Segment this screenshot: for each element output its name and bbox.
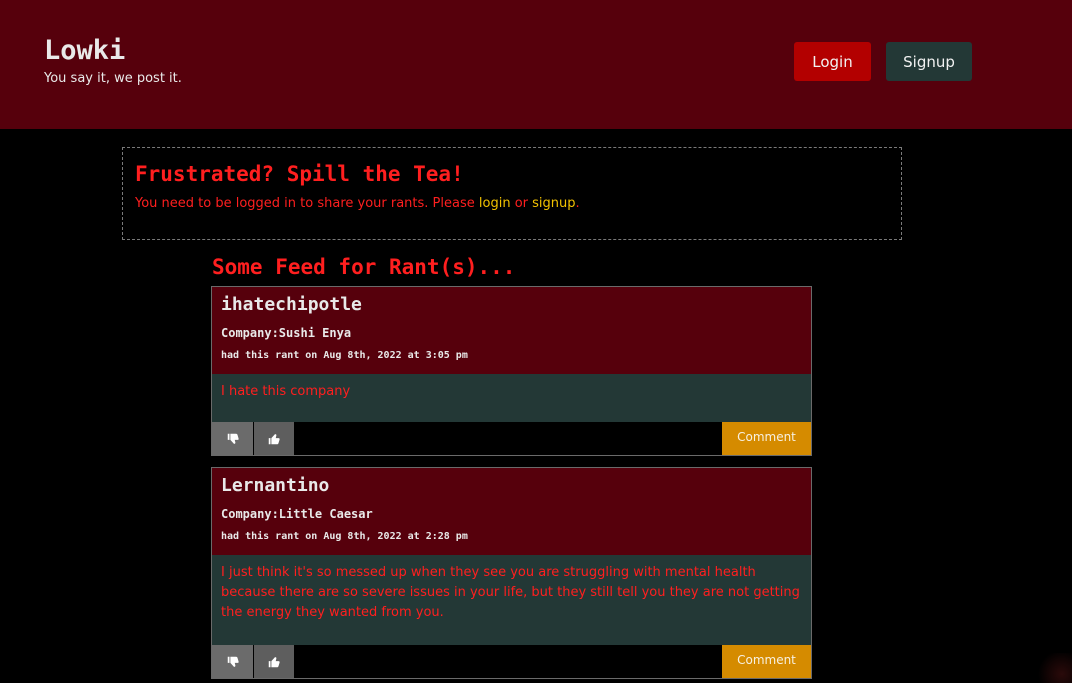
login-required-text: You need to be logged in to share your r… bbox=[135, 196, 479, 211]
rant-actions: Comment bbox=[212, 645, 811, 678]
signup-button[interactable]: Signup bbox=[886, 42, 972, 81]
rant-card: ihatechipotle Company:Sushi Enya had thi… bbox=[211, 286, 812, 456]
rant-actions: Comment bbox=[212, 422, 811, 455]
rant-card-header: ihatechipotle Company:Sushi Enya had thi… bbox=[212, 287, 811, 374]
corner-decoration bbox=[1038, 653, 1072, 683]
rant-username: Lernantino bbox=[221, 475, 330, 496]
rant-company: Company:Little Caesar bbox=[221, 507, 373, 521]
rant-card: Lernantino Company:Little Caesar had thi… bbox=[211, 467, 812, 679]
login-required-message: You need to be logged in to share your r… bbox=[135, 195, 580, 213]
comment-button[interactable]: Comment bbox=[722, 422, 811, 455]
rant-date: had this rant on Aug 8th, 2022 at 3:05 p… bbox=[221, 350, 468, 361]
thumbs-down-icon bbox=[227, 656, 239, 667]
thumbs-down-icon bbox=[227, 433, 239, 444]
feed-heading: Some Feed for Rant(s)... bbox=[212, 255, 516, 279]
thumbs-up-icon bbox=[268, 656, 280, 667]
downvote-button[interactable] bbox=[212, 422, 253, 455]
site-header: Lowki You say it, we post it. Login Sign… bbox=[0, 0, 1072, 129]
comment-button[interactable]: Comment bbox=[722, 645, 811, 678]
login-button[interactable]: Login bbox=[794, 42, 871, 81]
share-rant-panel: Frustrated? Spill the Tea! You need to b… bbox=[122, 147, 902, 240]
thumbs-up-icon bbox=[268, 433, 280, 444]
rant-username: ihatechipotle bbox=[221, 294, 362, 315]
rant-date: had this rant on Aug 8th, 2022 at 2:28 p… bbox=[221, 531, 468, 542]
site-title[interactable]: Lowki bbox=[44, 34, 125, 68]
login-required-or: or bbox=[510, 196, 533, 211]
downvote-button[interactable] bbox=[212, 645, 253, 678]
signup-link[interactable]: signup bbox=[532, 196, 575, 211]
login-required-period: . bbox=[575, 196, 580, 211]
rant-company: Company:Sushi Enya bbox=[221, 326, 352, 340]
login-link[interactable]: login bbox=[479, 196, 511, 211]
site-tagline: You say it, we post it. bbox=[44, 71, 182, 86]
share-rant-title: Frustrated? Spill the Tea! bbox=[135, 162, 464, 186]
rant-body: I hate this company bbox=[212, 374, 811, 422]
upvote-button[interactable] bbox=[254, 422, 294, 455]
rant-card-header: Lernantino Company:Little Caesar had thi… bbox=[212, 468, 811, 555]
upvote-button[interactable] bbox=[254, 645, 294, 678]
rant-body: I just think it's so messed up when they… bbox=[212, 555, 811, 645]
